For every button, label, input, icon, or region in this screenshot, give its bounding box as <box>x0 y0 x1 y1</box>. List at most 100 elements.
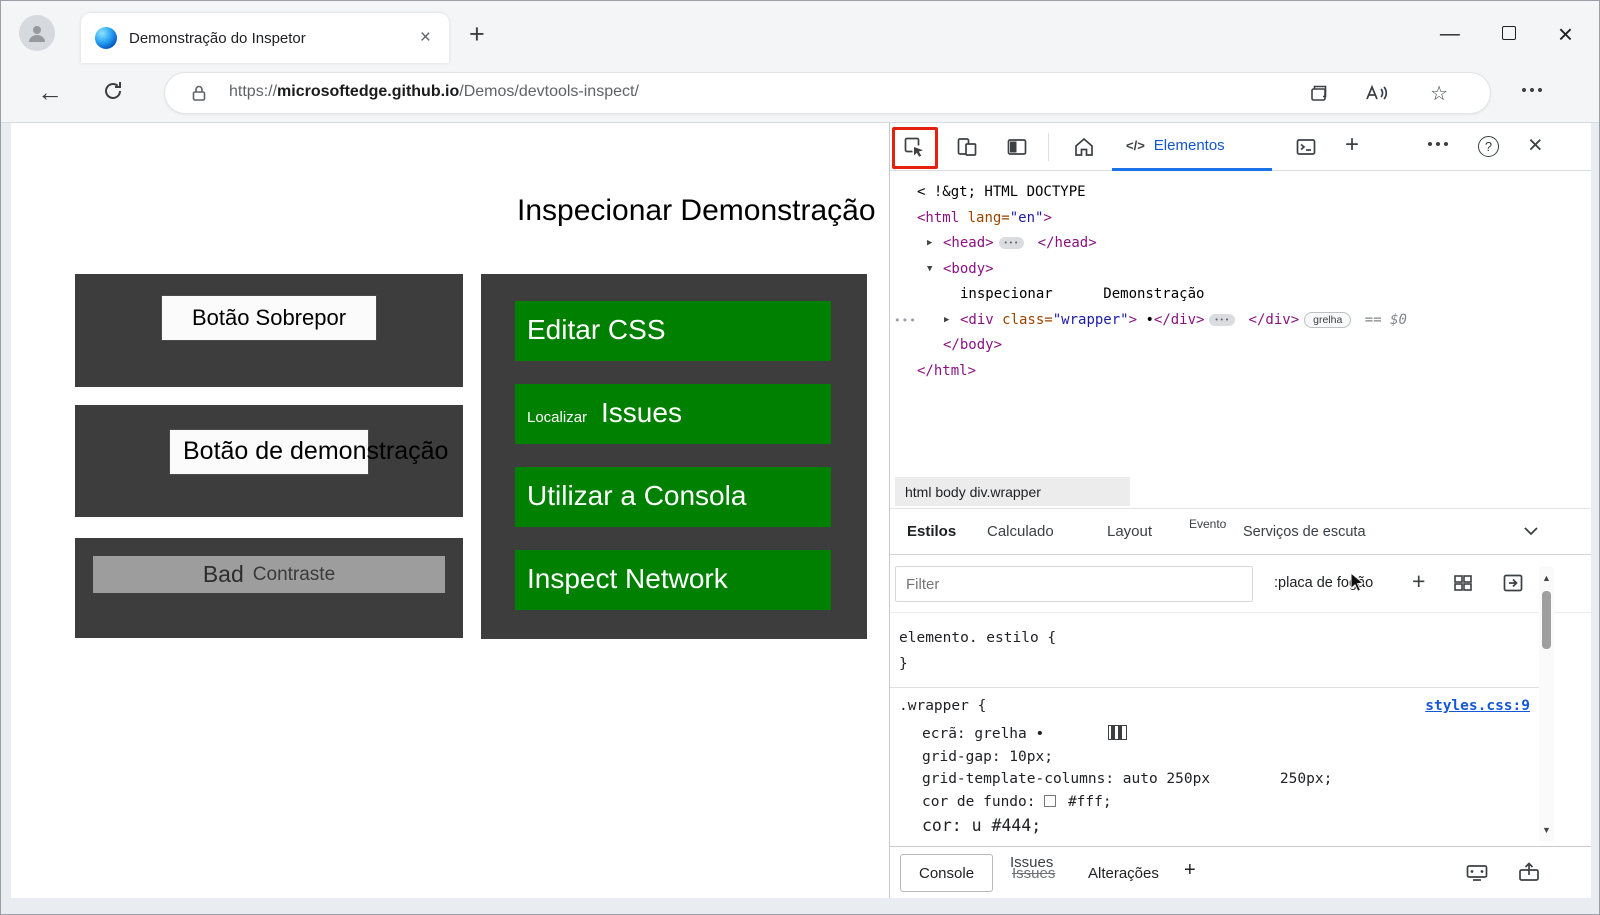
drawer-tab-console[interactable]: Console <box>900 854 993 892</box>
cast-icon[interactable] <box>1465 861 1489 883</box>
tree-arrow-icon[interactable]: ▶ <box>927 231 943 257</box>
url-text: https://microsoftedge.github.io/Demos/de… <box>229 83 639 101</box>
wrapper-selector[interactable]: .wrapper { <box>899 698 986 714</box>
drawer-more-tabs-icon[interactable]: + <box>1184 859 1196 882</box>
open-panel-icon[interactable] <box>1502 572 1524 594</box>
scrollbar-thumb[interactable] <box>1542 591 1551 649</box>
edit-css-button[interactable]: Editar CSS <box>515 301 831 361</box>
maximize-icon <box>1502 26 1516 40</box>
green-buttons-container: Editar CSS LocalizarIssues Utilizar a Co… <box>481 274 867 639</box>
read-aloud-icon[interactable] <box>1364 82 1388 104</box>
tab-styles[interactable]: Estilos <box>907 509 956 554</box>
styles-filter-row: :placa de fogão + <box>890 555 1591 613</box>
dom-line[interactable]: </body> <box>890 333 1591 359</box>
minimize-button[interactable]: — <box>1440 23 1460 46</box>
demo-button-container: Botão de demonstração <box>75 405 463 517</box>
wrapper-rule-header: .wrapper { styles.css:9 <box>899 698 1530 714</box>
lock-icon <box>189 83 209 103</box>
address-field[interactable]: https://microsoftedge.github.io/Demos/de… <box>164 72 1491 114</box>
cursor-icon <box>1348 572 1366 592</box>
tab-close-icon[interactable]: × <box>416 27 435 49</box>
breadcrumb-bar: html body div.wrapper <box>890 475 1591 508</box>
home-icon[interactable] <box>1073 136 1095 158</box>
toolbar-divider <box>1048 133 1049 161</box>
devtools-menu-icon[interactable] <box>1427 141 1449 163</box>
browser-window: Demonstração do Inspetor × + — × ← https… <box>0 0 1600 915</box>
dock-side-icon[interactable] <box>1006 136 1028 158</box>
browser-menu-icon[interactable] <box>1521 87 1543 93</box>
color-swatch[interactable] <box>1044 795 1056 807</box>
overlay-button-container: Botão Sobrepor <box>75 274 463 387</box>
dom-line[interactable]: <html lang="en"> <box>890 206 1591 232</box>
dom-tree: < !&gt; HTML DOCTYPE<html lang="en">▶<he… <box>890 171 1591 475</box>
back-button[interactable]: ← <box>37 77 63 108</box>
drawer-tab-issues[interactable]: Issues Issues <box>1010 852 1080 896</box>
bad-contrast-container: Bad Contraste <box>75 538 463 638</box>
maximize-button[interactable] <box>1502 23 1516 46</box>
css-declaration[interactable]: cor de fundo: #fff; <box>922 791 1540 814</box>
element-states-icon[interactable] <box>1452 572 1474 594</box>
new-style-rule-icon[interactable]: + <box>1412 568 1425 595</box>
demo-button[interactable]: Botão de demonstração <box>169 429 369 475</box>
refresh-button[interactable] <box>101 79 125 103</box>
tab-computed[interactable]: Calculado <box>987 509 1054 554</box>
console-drawer-icon[interactable] <box>1295 136 1317 158</box>
help-icon[interactable]: ? <box>1478 136 1499 157</box>
css-declaration[interactable]: ecrã: grelha • <box>922 723 1540 746</box>
styles-scrollbar[interactable]: ▲ ▼ <box>1539 567 1554 841</box>
tree-arrow-icon[interactable]: ▶ <box>944 308 960 334</box>
demo-page: Inspecionar Demonstração Botão Sobrepor … <box>11 123 889 898</box>
tree-arrow-icon[interactable]: ▼ <box>927 257 943 283</box>
styles-pane: elemento. estilo {} .wrapper { styles.cs… <box>890 613 1540 846</box>
collections-icon[interactable] <box>1308 82 1330 104</box>
dom-line[interactable]: •••▶<div class="wrapper"> •</div>••• </d… <box>890 308 1591 334</box>
tutorial-highlight-box <box>892 127 938 169</box>
drawer-tab-changes[interactable]: Alterações <box>1088 847 1159 899</box>
window-controls: — × <box>1440 19 1573 50</box>
devtools-close-icon[interactable]: × <box>1528 131 1543 160</box>
breadcrumb[interactable]: html body div.wrapper <box>895 477 1130 506</box>
use-console-button[interactable]: Utilizar a Consola <box>515 467 831 527</box>
tab-elements[interactable]: </> Elementos <box>1112 123 1272 171</box>
css-declaration[interactable]: grid-template-columns: auto 250px 250px; <box>922 768 1540 791</box>
css-source-link[interactable]: styles.css:9 <box>1425 698 1530 714</box>
rule-lines: ecrã: grelha •grid-gap: 10px;grid-templa… <box>922 723 1540 839</box>
dom-line[interactable]: ▼<body> <box>890 257 1591 283</box>
address-bar-row: ← https://microsoftedge.github.io/Demos/… <box>1 63 1599 123</box>
devtools-toolbar: </> Elementos + ? × <box>890 123 1591 171</box>
devtools-panel: </> Elementos + ? × < !&gt; HTML DOCTYPE… <box>889 123 1591 898</box>
dom-line[interactable]: inspecionar Demonstração <box>890 282 1591 308</box>
add-tools-icon[interactable]: + <box>1345 131 1359 159</box>
device-emulation-icon[interactable] <box>956 136 978 158</box>
filter-input[interactable] <box>895 566 1253 602</box>
tab-event-listeners-small[interactable]: Evento <box>1189 501 1226 546</box>
browser-chrome: Demonstração do Inspetor × + — × ← https… <box>1 1 1599 123</box>
favorites-star-icon[interactable]: ☆ <box>1430 81 1448 106</box>
tab-event-listeners[interactable]: Serviços de escuta <box>1243 509 1366 554</box>
devtools-drawer: Console Issues Issues Alterações + <box>890 846 1591 898</box>
css-declaration[interactable]: grid-gap: 10px; <box>922 746 1540 769</box>
dom-line[interactable]: ▶<head>••• </head> <box>890 231 1591 257</box>
bad-contrast-button[interactable]: Bad Contraste <box>93 556 445 593</box>
dom-line[interactable]: < !&gt; HTML DOCTYPE <box>890 180 1591 206</box>
new-tab-button[interactable]: + <box>469 19 485 50</box>
tab-layout[interactable]: Layout <box>1107 509 1152 554</box>
styles-tab-bar: Estilos Calculado Layout Evento Serviços… <box>890 508 1591 555</box>
scrollbar-up-icon[interactable]: ▲ <box>1539 573 1554 583</box>
element-style-rule[interactable]: elemento. estilo {} <box>899 625 1540 677</box>
find-issues-button[interactable]: LocalizarIssues <box>515 384 831 444</box>
inspect-network-button[interactable]: Inspect Network <box>515 550 831 610</box>
scrollbar-down-icon[interactable]: ▼ <box>1539 825 1554 835</box>
chevron-down-icon[interactable] <box>1523 526 1539 536</box>
dom-line[interactable]: </html> <box>890 359 1591 385</box>
browser-tab[interactable]: Demonstração do Inspetor × <box>81 13 449 63</box>
overlay-button[interactable]: Botão Sobrepor <box>161 295 377 341</box>
profile-avatar[interactable] <box>19 15 55 51</box>
person-icon <box>26 22 48 44</box>
grid-display-badge-icon[interactable] <box>1108 725 1127 740</box>
tab-title: Demonstração do Inspetor <box>129 30 416 47</box>
close-window-button[interactable]: × <box>1558 19 1573 50</box>
elements-code-icon: </> <box>1126 138 1145 153</box>
css-declaration[interactable]: cor: u #444; <box>922 813 1540 839</box>
export-icon[interactable] <box>1517 861 1541 883</box>
